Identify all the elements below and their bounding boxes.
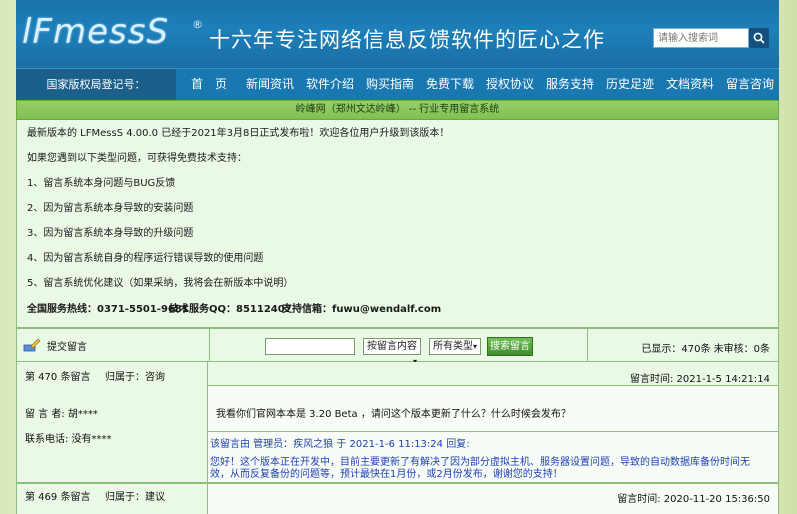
message-meta: 第 470 条留言 归属于：咨询 留 言 者: 胡**** 联系电话: 没有**…: [16, 362, 208, 483]
notice-release: 最新版本的 LFMessS 4.00.0 已经于2021年3月8日正式发布啦！欢…: [27, 128, 450, 139]
nav-home[interactable]: 首 页: [179, 69, 239, 100]
nav-message[interactable]: 留言咨询: [722, 69, 778, 100]
main-nav: 国家版权局登记号：2016SR255742 首 页 新闻资讯 软件介绍 购买指南…: [16, 68, 779, 122]
notice-item: 2、因为留言系统本身导致的安装问题: [27, 203, 194, 214]
search-input[interactable]: [653, 28, 749, 48]
pencil-icon: [23, 338, 41, 352]
divider: [209, 329, 210, 361]
message-category: 归属于：咨询: [105, 372, 165, 383]
message-number: 第 469 条留言: [25, 492, 91, 503]
notice-item: 1、留言系统本身问题与BUG反馈: [27, 178, 176, 189]
notice-panel: 最新版本的 LFMessS 4.00.0 已经于2021年3月8日正式发布啦！欢…: [16, 120, 779, 328]
copyright-registration: 国家版权局登记号：2016SR255742: [16, 69, 176, 122]
message-phone: 联系电话: 没有****: [25, 434, 112, 445]
nav-service-support[interactable]: 服务支持: [542, 69, 598, 100]
message-stats: 已显示：470条 未审核：0条: [641, 344, 770, 355]
reply-header: 该留言由 管理员：疾风之狼 于 2021-1-6 11:13:24 回复:: [210, 439, 470, 450]
message-time: 留言时间: 2020-11-20 15:36:50: [617, 494, 770, 505]
divider: [587, 329, 588, 361]
nav-documents[interactable]: 文档资料: [662, 69, 718, 100]
divider: [208, 431, 778, 432]
notice-support-intro: 如果您遇到以下类型问题，可获得免费技术支持：: [27, 153, 247, 164]
message-body: 留言时间: 2021-1-5 14:21:14 我看你们官网本本是 3.20 B…: [208, 362, 779, 483]
submit-message-link[interactable]: 提交留言: [23, 337, 87, 353]
notice-item: 5、留言系统优化建议（如果采纳，我将会在新版本中说明）: [27, 278, 294, 289]
message-toolbar: 提交留言 按留言内容▾ 所有类型▾ 搜索留言 已显示：470条 未审核：0条: [16, 328, 779, 366]
site-slogan: 十六年专注网络信息反馈软件的匠心之作: [209, 28, 605, 52]
site-subtitle-bar: 岭峰网（郑州文达岭峰） -- 行业专用留言系统: [16, 100, 779, 120]
chevron-down-icon: ▾: [472, 342, 477, 351]
message-author: 留 言 者: 胡****: [25, 409, 98, 420]
message-time: 留言时间: 2021-1-5 14:21:14: [629, 374, 770, 385]
search-messages-button[interactable]: 搜索留言: [487, 337, 533, 356]
nav-history[interactable]: 历史足迹: [602, 69, 658, 100]
message-meta: 第 469 条留言 归属于：建议: [16, 483, 208, 514]
notice-item: 3、因为留言系统本身导致的升级问题: [27, 228, 194, 239]
nav-purchase-guide[interactable]: 购买指南: [362, 69, 418, 100]
message-body: 留言时间: 2020-11-20 15:36:50: [208, 483, 779, 514]
nav-license[interactable]: 授权协议: [482, 69, 538, 100]
site-logo[interactable]: lFmessS: [22, 12, 169, 52]
support-email: 支持信箱：fuwu@wendalf.com: [282, 304, 442, 315]
message-number: 第 470 条留言: [25, 372, 91, 383]
nav-software-intro[interactable]: 软件介绍: [302, 69, 358, 100]
search-field-value: 按留言内容: [367, 341, 417, 352]
service-hotline: 全国服务热线：0371-5501-9681: [27, 304, 189, 315]
site-header: lFmessS ® 十六年专注网络信息反馈软件的匠心之作: [16, 0, 779, 68]
message-type-value: 所有类型: [433, 341, 473, 352]
notice-item: 4、因为留言系统自身的程序运行错误导致的使用问题: [27, 253, 264, 264]
nav-news[interactable]: 新闻资讯: [242, 69, 298, 100]
service-qq: 技术服务QQ：85112407: [169, 304, 292, 315]
search-button[interactable]: [749, 28, 769, 48]
message-type-select[interactable]: 所有类型 ▾: [429, 338, 481, 355]
search-icon: [753, 32, 765, 44]
reply-content: 您好！这个版本正在开发中，目前主要更新了有解决了因为部分虚拟主机、服务器设置问题…: [210, 457, 750, 480]
message-content: 我看你们官网本本是 3.20 Beta ，请问这个版本更新了什么？什么时候会发布…: [216, 409, 571, 420]
message-category: 归属于：建议: [105, 492, 165, 503]
keyword-input[interactable]: [265, 338, 355, 355]
nav-free-download[interactable]: 免费下载: [422, 69, 478, 100]
submit-message-label: 提交留言: [47, 341, 87, 353]
search-field-select[interactable]: 按留言内容▾: [363, 338, 421, 366]
registered-mark: ®: [192, 18, 203, 31]
